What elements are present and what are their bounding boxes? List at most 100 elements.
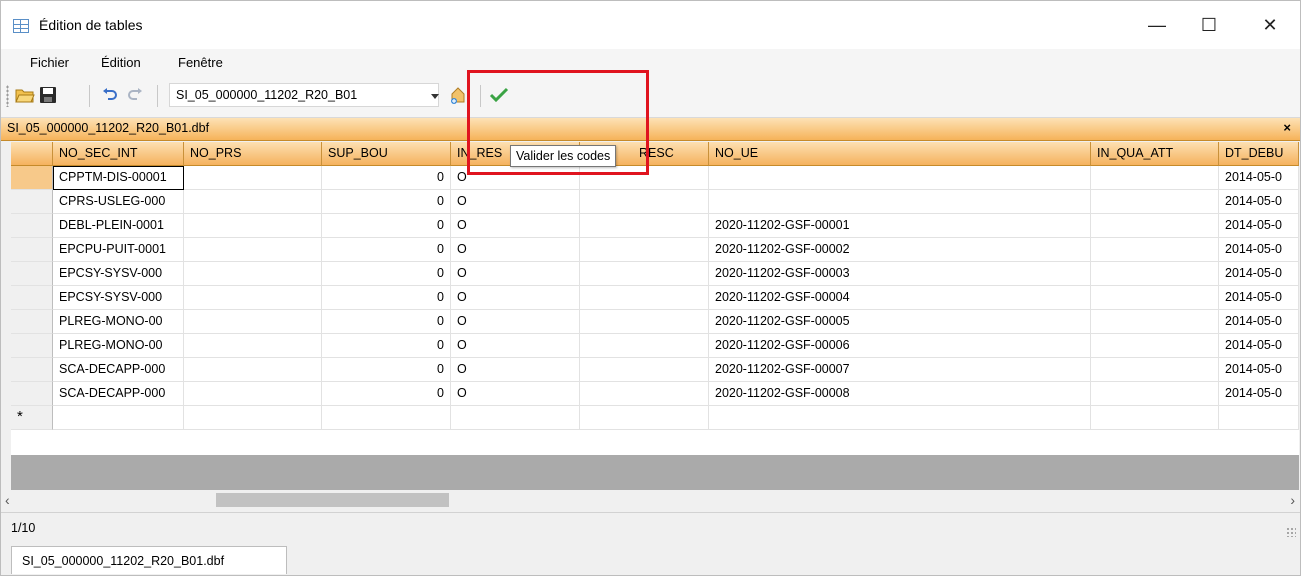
cell-no-sec-int[interactable]: SCA-DECAPP-000 bbox=[53, 358, 184, 382]
cell-in-res[interactable]: O bbox=[451, 238, 580, 262]
cell-in-qua-att[interactable] bbox=[1091, 406, 1219, 430]
cell-in-qua-att[interactable] bbox=[1091, 358, 1219, 382]
cell-in-res[interactable]: O bbox=[451, 382, 580, 406]
cell-sup-bou[interactable]: 0 bbox=[322, 238, 451, 262]
cell-no-ue[interactable]: 2020-11202-GSF-00001 bbox=[709, 214, 1091, 238]
row-header[interactable] bbox=[11, 286, 53, 310]
cell-in-res[interactable]: O bbox=[451, 262, 580, 286]
table-row[interactable]: EPCSY-SYSV-000 0 O 2020-11202-GSF-00004 … bbox=[11, 286, 1299, 310]
row-header[interactable] bbox=[11, 382, 53, 406]
cell-sup-bou[interactable]: 0 bbox=[322, 334, 451, 358]
row-header[interactable] bbox=[11, 238, 53, 262]
cell-dt-debu[interactable]: 2014-05-0 bbox=[1219, 334, 1299, 358]
cell-in-qua-att[interactable] bbox=[1091, 382, 1219, 406]
row-header[interactable] bbox=[11, 214, 53, 238]
cell-no-sec-int[interactable]: EPCSY-SYSV-000 bbox=[53, 262, 184, 286]
cell-sup-bou[interactable]: 0 bbox=[322, 310, 451, 334]
cell-dt-debu[interactable]: 2014-05-0 bbox=[1219, 286, 1299, 310]
cell-in-res[interactable]: O bbox=[451, 286, 580, 310]
toolbar-grip[interactable] bbox=[6, 85, 9, 107]
cell-resc[interactable] bbox=[580, 334, 709, 358]
row-header[interactable] bbox=[11, 166, 53, 190]
close-window-button[interactable]: ✕ bbox=[1247, 1, 1293, 49]
cell-in-qua-att[interactable] bbox=[1091, 286, 1219, 310]
horizontal-scrollbar[interactable]: ‹ › bbox=[5, 490, 1299, 510]
cell-no-sec-int[interactable]: CPPTM-DIS-00001 bbox=[53, 166, 184, 190]
row-header[interactable] bbox=[11, 262, 53, 286]
cell-no-prs[interactable] bbox=[184, 262, 322, 286]
cell-no-ue[interactable] bbox=[709, 166, 1091, 190]
scroll-left-button[interactable]: ‹ bbox=[5, 492, 10, 508]
menu-fenetre[interactable]: Fenêtre bbox=[178, 55, 223, 70]
cell-in-res[interactable]: O bbox=[451, 190, 580, 214]
col-header-no-prs[interactable]: NO_PRS bbox=[184, 142, 322, 166]
table-select[interactable]: SI_05_000000_11202_R20_B01 bbox=[169, 83, 439, 107]
cell-sup-bou[interactable]: 0 bbox=[322, 358, 451, 382]
cell-no-sec-int[interactable]: EPCPU-PUIT-0001 bbox=[53, 238, 184, 262]
table-row[interactable]: SCA-DECAPP-000 0 O 2020-11202-GSF-00007 … bbox=[11, 358, 1299, 382]
cell-sup-bou[interactable]: 0 bbox=[322, 166, 451, 190]
add-table-icon[interactable] bbox=[448, 85, 468, 105]
cell-no-prs[interactable] bbox=[184, 310, 322, 334]
cell-in-qua-att[interactable] bbox=[1091, 214, 1219, 238]
row-header[interactable] bbox=[11, 334, 53, 358]
cell-no-prs[interactable] bbox=[184, 286, 322, 310]
table-row[interactable]: PLREG-MONO-00 0 O 2020-11202-GSF-00005 2… bbox=[11, 310, 1299, 334]
cell-sup-bou[interactable]: 0 bbox=[322, 190, 451, 214]
col-header-no-sec-int[interactable]: NO_SEC_INT bbox=[53, 142, 184, 166]
cell-dt-debu[interactable]: 2014-05-0 bbox=[1219, 382, 1299, 406]
document-tab[interactable]: SI_05_000000_11202_R20_B01.dbf bbox=[11, 546, 287, 574]
minimize-button[interactable]: — bbox=[1134, 1, 1180, 49]
cell-in-qua-att[interactable] bbox=[1091, 190, 1219, 214]
row-header[interactable] bbox=[11, 310, 53, 334]
col-header-no-ue[interactable]: NO_UE bbox=[709, 142, 1091, 166]
cell-no-ue[interactable] bbox=[709, 190, 1091, 214]
cell-no-prs[interactable] bbox=[184, 238, 322, 262]
cell-resc[interactable] bbox=[580, 262, 709, 286]
cell-resc[interactable] bbox=[580, 358, 709, 382]
cell-no-sec-int[interactable]: SCA-DECAPP-000 bbox=[53, 382, 184, 406]
cell-sup-bou[interactable]: 0 bbox=[322, 286, 451, 310]
cell-in-qua-att[interactable] bbox=[1091, 238, 1219, 262]
cell-sup-bou[interactable]: 0 bbox=[322, 214, 451, 238]
cell-no-sec-int[interactable]: PLREG-MONO-00 bbox=[53, 334, 184, 358]
cell-resc[interactable] bbox=[580, 214, 709, 238]
cell-in-qua-att[interactable] bbox=[1091, 166, 1219, 190]
cell-no-prs[interactable] bbox=[184, 358, 322, 382]
cell-in-res[interactable]: O bbox=[451, 358, 580, 382]
cell-dt-debu[interactable]: 2014-05-0 bbox=[1219, 310, 1299, 334]
cell-in-res[interactable]: O bbox=[451, 310, 580, 334]
cell-no-ue[interactable]: 2020-11202-GSF-00006 bbox=[709, 334, 1091, 358]
cell-no-prs[interactable] bbox=[184, 382, 322, 406]
save-icon[interactable] bbox=[38, 85, 58, 105]
cell-resc[interactable] bbox=[580, 190, 709, 214]
cell-resc[interactable] bbox=[580, 310, 709, 334]
scrollbar-thumb[interactable] bbox=[216, 493, 449, 507]
undo-icon[interactable] bbox=[100, 85, 120, 105]
cell-no-ue[interactable] bbox=[709, 406, 1091, 430]
table-row[interactable]: DEBL-PLEIN-0001 0 O 2020-11202-GSF-00001… bbox=[11, 214, 1299, 238]
cell-resc[interactable] bbox=[580, 238, 709, 262]
cell-dt-debu[interactable]: 2014-05-0 bbox=[1219, 238, 1299, 262]
col-header-dt-debu[interactable]: DT_DEBU bbox=[1219, 142, 1299, 166]
cell-dt-debu[interactable]: 2014-05-0 bbox=[1219, 190, 1299, 214]
redo-icon[interactable] bbox=[125, 85, 145, 105]
cell-no-sec-int[interactable]: CPRS-USLEG-000 bbox=[53, 190, 184, 214]
cell-no-prs[interactable] bbox=[184, 214, 322, 238]
cell-no-ue[interactable]: 2020-11202-GSF-00008 bbox=[709, 382, 1091, 406]
table-row[interactable]: CPPTM-DIS-00001 0 O 2014-05-0 bbox=[11, 166, 1299, 190]
menu-fichier[interactable]: Fichier bbox=[30, 55, 69, 70]
close-document-button[interactable]: × bbox=[1283, 120, 1291, 135]
table-row[interactable]: EPCSY-SYSV-000 0 O 2020-11202-GSF-00003 … bbox=[11, 262, 1299, 286]
cell-sup-bou[interactable] bbox=[322, 406, 451, 430]
corner-cell[interactable] bbox=[11, 142, 53, 166]
scroll-right-button[interactable]: › bbox=[1290, 492, 1295, 508]
cell-in-qua-att[interactable] bbox=[1091, 310, 1219, 334]
maximize-button[interactable]: ☐ bbox=[1186, 1, 1232, 49]
new-row[interactable]: * bbox=[11, 406, 1299, 430]
cell-resc[interactable] bbox=[580, 286, 709, 310]
cell-no-ue[interactable]: 2020-11202-GSF-00004 bbox=[709, 286, 1091, 310]
cell-sup-bou[interactable]: 0 bbox=[322, 262, 451, 286]
cell-dt-debu[interactable]: 2014-05-0 bbox=[1219, 358, 1299, 382]
row-header[interactable] bbox=[11, 190, 53, 214]
